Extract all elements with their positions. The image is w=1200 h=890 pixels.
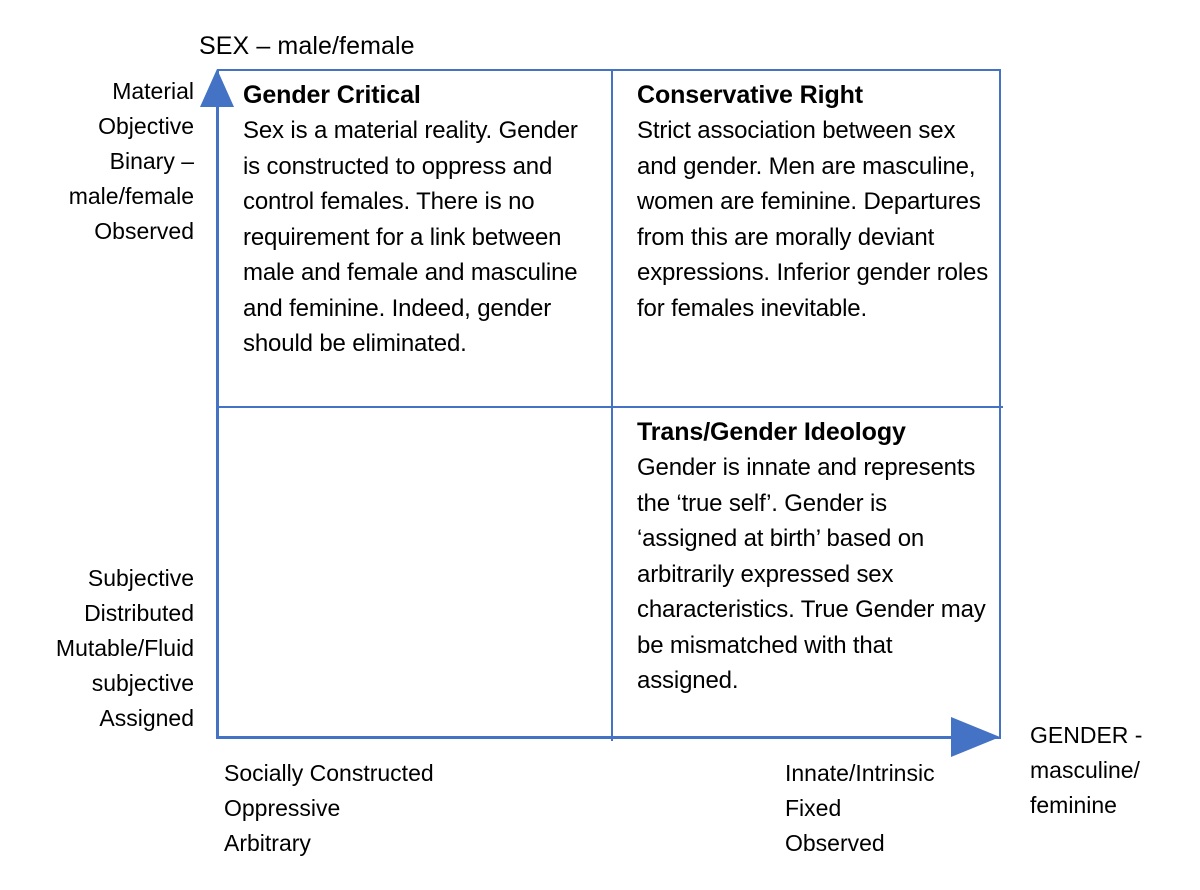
x-axis-right-label: Innate/Intrinsic Fixed Observed (785, 760, 935, 856)
quadrant-bottom-left (219, 406, 611, 741)
quadrant-grid: Gender Critical Sex is a material realit… (217, 69, 1003, 741)
quadrant-top-left-body: Sex is a material reality. Gender is con… (243, 117, 578, 357)
quadrant-top-right: Conservative Right Strict association be… (611, 71, 1003, 406)
quadrant-bottom-right-title: Trans/Gender Ideology (637, 418, 906, 446)
quadrant-top-right-body: Strict association between sex and gende… (637, 117, 989, 322)
quadrant-top-left-title: Gender Critical (243, 81, 421, 109)
quadrant-top-right-title: Conservative Right (637, 81, 864, 109)
gender-axis-title: GENDER - masculine/feminine (1030, 722, 1143, 818)
x-axis-left-label: Socially Constructed Oppressive Arbitrary (224, 760, 434, 856)
quadrant-bottom-right-body: Gender is innate and represents the ‘tru… (637, 454, 986, 694)
quadrant-top-left: Gender Critical Sex is a material realit… (219, 71, 611, 406)
y-axis-top-label: Material Objective Binary – male/female Obse… (68, 78, 194, 244)
y-axis-bottom-label: Subjective Distributed Mutable/Fluid subjec… (55, 565, 194, 731)
quadrant-bottom-right: Trans/Gender Ideology Gender is innate a… (611, 406, 1003, 741)
